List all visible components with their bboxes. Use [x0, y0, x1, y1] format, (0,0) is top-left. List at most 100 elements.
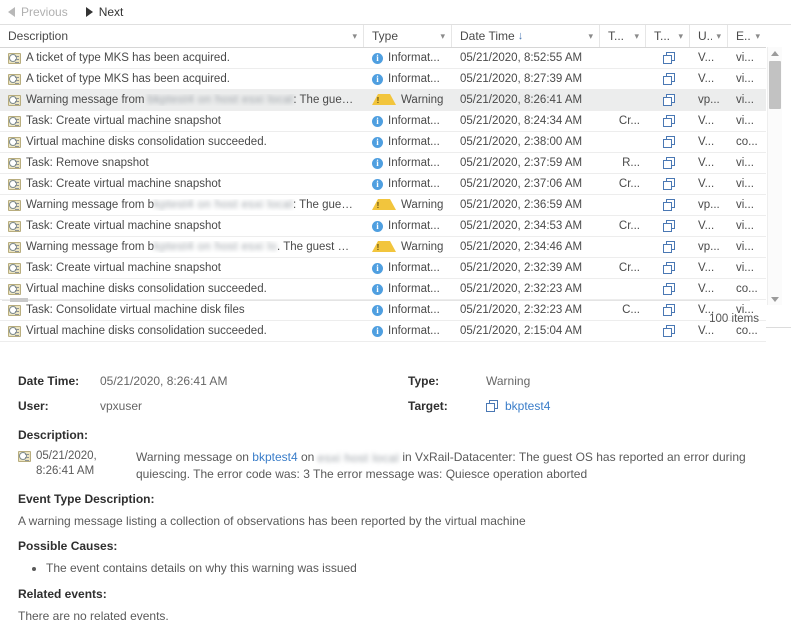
- table-row[interactable]: Warning message from bkptest4 on host es…: [0, 195, 766, 216]
- events-table-region: Description ▾ Type ▾ Date Time ↓ ▾ T... …: [0, 24, 791, 342]
- vm-icon[interactable]: [663, 178, 675, 190]
- vm-icon[interactable]: [663, 115, 675, 127]
- table-row[interactable]: A ticket of type MKS has been acquired. i…: [0, 69, 766, 90]
- vm-icon[interactable]: [663, 304, 675, 316]
- vm-icon[interactable]: [663, 136, 675, 148]
- sort-descending-icon: ↓: [517, 30, 524, 42]
- table-row[interactable]: Task: Create virtual machine snapshot i In…: [0, 216, 766, 237]
- chevron-down-icon[interactable]: ▾: [634, 31, 639, 41]
- cell-type-text: Informat...: [388, 304, 440, 316]
- cell-event: vi...: [736, 220, 754, 232]
- cell-description: Virtual machine disks consolidation succ…: [0, 279, 364, 299]
- next-button[interactable]: Next: [85, 5, 123, 19]
- detail-description-vm-link[interactable]: bkptest4: [252, 450, 297, 464]
- cell-target: [646, 279, 690, 299]
- column-header-type[interactable]: Type ▾: [364, 25, 452, 47]
- cell-event: vi...: [736, 94, 754, 106]
- column-header-event[interactable]: E... ▾: [728, 25, 766, 47]
- possible-cause-item: The event contains details on why this w…: [46, 560, 773, 577]
- cell-task: [600, 195, 646, 215]
- chevron-down-icon[interactable]: ▾: [352, 31, 357, 41]
- table-row[interactable]: Virtual machine disks consolidation succ…: [0, 132, 766, 153]
- column-header-task[interactable]: T... ▾: [600, 25, 646, 47]
- table-row[interactable]: Task: Remove snapshot i Informat... 05/21/2…: [0, 153, 766, 174]
- info-icon: i: [372, 262, 383, 274]
- table-row[interactable]: Warning message from bkptest4 on host es…: [0, 90, 766, 111]
- vm-icon[interactable]: [663, 325, 675, 337]
- cell-description-text: A ticket of type MKS has been acquired.: [26, 52, 230, 64]
- column-header-user-label: U...: [698, 29, 712, 43]
- cell-description-text: Warning message from bkptest4 on host es…: [26, 198, 358, 212]
- cell-description-text: Virtual machine disks consolidation succ…: [26, 283, 267, 295]
- vm-icon[interactable]: [663, 262, 675, 274]
- cell-event: vi...: [736, 262, 754, 274]
- detail-date-time-row: Date Time: 05/21/2020, 8:26:41 AM: [18, 368, 408, 393]
- column-header-date-time[interactable]: Date Time ↓ ▾: [452, 25, 600, 47]
- chevron-down-icon[interactable]: ▾: [440, 31, 445, 41]
- cell-user: V...: [698, 178, 715, 190]
- cell-task: [600, 321, 646, 341]
- horizontal-scrollbar-track[interactable]: [2, 300, 750, 303]
- vm-icon[interactable]: [663, 157, 675, 169]
- info-icon: i: [372, 157, 383, 169]
- table-row[interactable]: Virtual machine disks consolidation succ…: [0, 321, 766, 342]
- cell-description-text: Warning message from bkptest4 on host es…: [26, 240, 358, 254]
- cell-type-text: Warning: [401, 94, 444, 106]
- cell-type-text: Informat...: [388, 220, 440, 232]
- column-header-date-time-label: Date Time: [460, 29, 515, 43]
- cell-target: [646, 174, 690, 194]
- chevron-down-icon[interactable]: ▾: [588, 31, 593, 41]
- chevron-down-icon[interactable]: ▾: [755, 31, 760, 41]
- horizontal-scrollbar-thumb[interactable]: [10, 298, 28, 302]
- cell-date-time: 05/21/2020, 2:32:39 AM: [460, 262, 583, 274]
- scroll-up-button[interactable]: [768, 47, 782, 59]
- redacted-host-text: bkptest4 on host esxi local: [147, 93, 294, 106]
- table-row[interactable]: Task: Create virtual machine snapshot i In…: [0, 174, 766, 195]
- vm-icon[interactable]: [663, 199, 675, 211]
- cell-task: Cr...: [618, 220, 640, 232]
- chevron-down-icon[interactable]: ▾: [716, 31, 721, 41]
- info-icon: i: [372, 220, 383, 232]
- cell-description: Task: Create virtual machine snapshot: [0, 174, 364, 194]
- cell-user: vp...: [698, 94, 720, 106]
- detail-target-link[interactable]: bkptest4: [505, 399, 550, 413]
- column-header-user[interactable]: U... ▾: [690, 25, 728, 47]
- event-detail-panel: Date Time: 05/21/2020, 8:26:41 AM User: …: [0, 352, 791, 623]
- table-row[interactable]: Task: Create virtual machine snapshot i In…: [0, 111, 766, 132]
- scroll-down-button[interactable]: [768, 293, 782, 305]
- vm-icon[interactable]: [663, 52, 675, 64]
- previous-button[interactable]: Previous: [8, 5, 68, 19]
- table-row[interactable]: Task: Create virtual machine snapshot i In…: [0, 258, 766, 279]
- table-row[interactable]: A ticket of type MKS has been acquired. i…: [0, 48, 766, 69]
- event-icon: [8, 178, 21, 190]
- cell-date-time: 05/21/2020, 8:24:34 AM: [460, 115, 583, 127]
- warning-icon: [372, 94, 396, 105]
- vm-icon[interactable]: [663, 241, 675, 253]
- detail-description-prefix: Warning message on: [136, 450, 253, 464]
- cell-user: V...: [698, 220, 715, 232]
- horizontal-scrollbar[interactable]: [0, 297, 752, 305]
- vm-icon[interactable]: [663, 220, 675, 232]
- event-icon: [8, 199, 21, 211]
- cell-target: [646, 69, 690, 89]
- cell-task: Cr...: [618, 178, 640, 190]
- table-row[interactable]: Warning message from bkptest4 on host es…: [0, 237, 766, 258]
- info-icon: i: [372, 283, 383, 295]
- vertical-scrollbar-thumb[interactable]: [769, 61, 781, 109]
- cell-target: [646, 132, 690, 152]
- vm-icon[interactable]: [663, 73, 675, 85]
- vm-icon[interactable]: [663, 94, 675, 106]
- column-header-target[interactable]: T... ▾: [646, 25, 690, 47]
- detail-date-time-label: Date Time:: [18, 373, 80, 388]
- vertical-scrollbar[interactable]: [767, 47, 782, 305]
- column-header-description[interactable]: Description ▾: [0, 25, 364, 47]
- info-icon: i: [372, 73, 383, 85]
- cell-user: V...: [698, 262, 715, 274]
- cell-date-time: 05/21/2020, 2:34:46 AM: [460, 241, 583, 253]
- table-header-row: Description ▾ Type ▾ Date Time ↓ ▾ T... …: [0, 25, 766, 48]
- cell-target: [646, 90, 690, 110]
- info-icon: i: [372, 304, 383, 316]
- chevron-down-icon[interactable]: ▾: [678, 31, 683, 41]
- cell-type-text: Warning: [401, 241, 444, 253]
- vm-icon[interactable]: [663, 283, 675, 295]
